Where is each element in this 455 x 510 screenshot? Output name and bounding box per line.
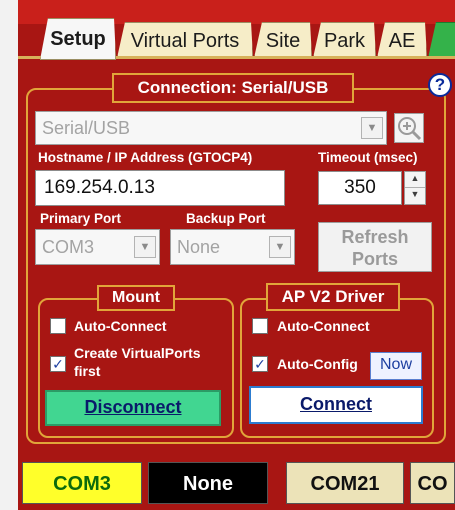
tab-site[interactable]: Site [254,22,312,58]
mount-auto-connect-label: Auto-Connect [74,318,167,334]
tab-park[interactable]: Park [313,22,376,58]
connection-title: Connection: Serial/USB [112,73,354,103]
zoom-button[interactable] [394,113,424,143]
refresh-ports-button[interactable]: Refresh Ports [318,222,432,272]
magnify-plus-icon [398,117,422,141]
connect-button[interactable]: Connect [249,386,423,424]
create-virtualports-label: Create VirtualPorts first [74,345,201,379]
help-icon[interactable]: ? [428,73,452,97]
auto-config-now-button[interactable]: Now [370,352,422,380]
ap-auto-connect-checkbox[interactable] [252,318,268,334]
backup-port-select[interactable]: None ▼ [170,229,295,265]
primary-port-select[interactable]: COM3 ▼ [35,229,160,265]
primary-port-label: Primary Port [40,211,122,226]
auto-config-checkbox[interactable]: ✓ [252,356,268,372]
chevron-up-icon[interactable]: ▲ [405,172,425,188]
chevron-down-icon: ▼ [361,117,383,139]
timeout-input[interactable]: 350 [318,171,402,205]
connection-type-value: Serial/USB [42,117,131,138]
connection-type-select[interactable]: Serial/USB ▼ [35,111,387,145]
status-port-com21: COM21 [286,462,404,504]
hostname-input[interactable]: 169.254.0.13 [35,170,285,206]
chevron-down-icon[interactable]: ▼ [405,188,425,204]
backup-port-value: None [177,236,221,257]
hostname-label: Hostname / IP Address (GTOCP4) [38,150,253,165]
auto-config-label: Auto-Config [277,356,358,372]
app-window: Setup Virtual Ports Site Park AE ? Conne… [0,0,455,510]
chevron-down-icon: ▼ [269,236,291,258]
status-port-extra: CO [410,462,455,504]
chevron-down-icon: ▼ [134,236,156,258]
backup-port-label: Backup Port [186,211,266,226]
disconnect-button[interactable]: Disconnect [45,390,221,426]
status-primary-port: COM3 [22,462,142,504]
primary-port-value: COM3 [42,236,95,257]
create-virtualports-checkbox[interactable]: ✓ [50,356,66,372]
ap-auto-connect-label: Auto-Connect [277,318,370,334]
status-backup-port: None [148,462,268,504]
timeout-label: Timeout (msec) [318,150,418,165]
tab-ae[interactable]: AE [377,22,427,58]
tab-virtual-ports[interactable]: Virtual Ports [117,22,253,58]
tab-setup[interactable]: Setup [40,18,116,60]
timeout-stepper[interactable]: ▲ ▼ [404,171,426,205]
ap-driver-title: AP V2 Driver [266,283,400,311]
mount-auto-connect-checkbox[interactable] [50,318,66,334]
mount-title: Mount [97,285,175,311]
